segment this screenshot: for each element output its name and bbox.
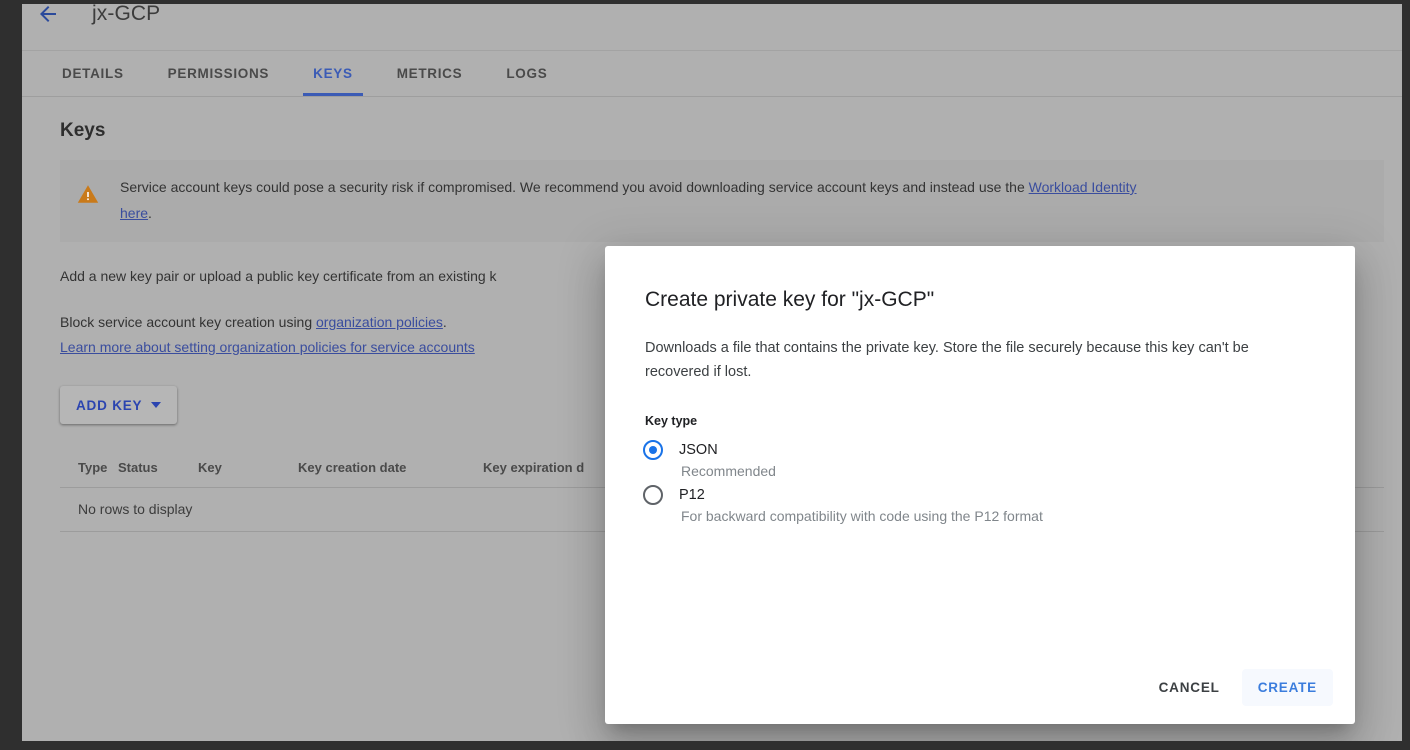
organization-policies-link[interactable]: organization policies [316, 314, 443, 330]
service-account-header: jx-GCP [22, 4, 1402, 38]
screen-root: jx-GCP DETAILS PERMISSIONS KEYS METRICS … [0, 0, 1410, 750]
warning-triangle-icon [76, 182, 100, 206]
column-header-creation[interactable]: Key creation date [298, 450, 483, 488]
dialog-description: Downloads a file that contains the priva… [605, 312, 1355, 384]
page-title: jx-GCP [92, 4, 160, 26]
window-frame-top [0, 0, 1410, 4]
window-frame-left [0, 0, 22, 750]
security-warning-text: Service account keys could pose a securi… [120, 174, 1137, 226]
learn-more-org-policies-link[interactable]: Learn more about setting organization po… [60, 339, 475, 355]
key-type-radio-group: JSON Recommended P12 For backward compat… [605, 428, 1355, 524]
radio-json-label: JSON [679, 442, 718, 458]
keys-heading: Keys [60, 120, 1384, 142]
dialog-action-bar: CANCEL CREATE [1143, 669, 1333, 706]
warning-text-period: . [148, 205, 152, 221]
block-policy-period: . [443, 314, 447, 330]
tab-details[interactable]: DETAILS [40, 51, 146, 96]
add-key-button[interactable]: ADD KEY [60, 386, 177, 424]
dialog-title: Create private key for "jx-GCP" [605, 246, 1355, 312]
column-header-status[interactable]: Status [118, 450, 198, 488]
warning-text-lead: Service account keys could pose a securi… [120, 179, 1029, 195]
cancel-button[interactable]: CANCEL [1143, 669, 1236, 706]
window-frame-right [1402, 0, 1410, 750]
radio-json-hint: Recommended [643, 463, 1315, 479]
radio-p12-icon[interactable] [643, 485, 663, 505]
tab-keys[interactable]: KEYS [291, 51, 375, 96]
key-type-label: Key type [605, 384, 1355, 428]
security-warning-banner: Service account keys could pose a securi… [60, 160, 1384, 242]
tab-permissions[interactable]: PERMISSIONS [146, 51, 291, 96]
window-frame-bottom [0, 741, 1410, 750]
radio-p12-hint: For backward compatibility with code usi… [643, 508, 1315, 524]
radio-option-p12[interactable]: P12 [643, 485, 1315, 505]
workload-identity-link[interactable]: Workload Identity [1029, 179, 1137, 195]
browser-viewport: jx-GCP DETAILS PERMISSIONS KEYS METRICS … [22, 4, 1402, 741]
radio-option-json[interactable]: JSON [643, 440, 1315, 460]
create-private-key-dialog: Create private key for "jx-GCP" Download… [605, 246, 1355, 724]
column-header-type[interactable]: Type [60, 450, 118, 488]
add-key-button-label: ADD KEY [76, 398, 142, 413]
block-policy-lead: Block service account key creation using [60, 314, 316, 330]
tab-metrics[interactable]: METRICS [375, 51, 485, 96]
radio-p12-label: P12 [679, 487, 705, 503]
tab-bar: DETAILS PERMISSIONS KEYS METRICS LOGS [22, 50, 1402, 97]
create-button[interactable]: CREATE [1242, 669, 1333, 706]
tab-logs[interactable]: LOGS [484, 51, 569, 96]
arrow-left-icon[interactable] [36, 4, 60, 26]
here-link[interactable]: here [120, 205, 148, 221]
radio-json-icon[interactable] [643, 440, 663, 460]
column-header-key[interactable]: Key [198, 450, 298, 488]
chevron-down-icon [151, 402, 161, 408]
